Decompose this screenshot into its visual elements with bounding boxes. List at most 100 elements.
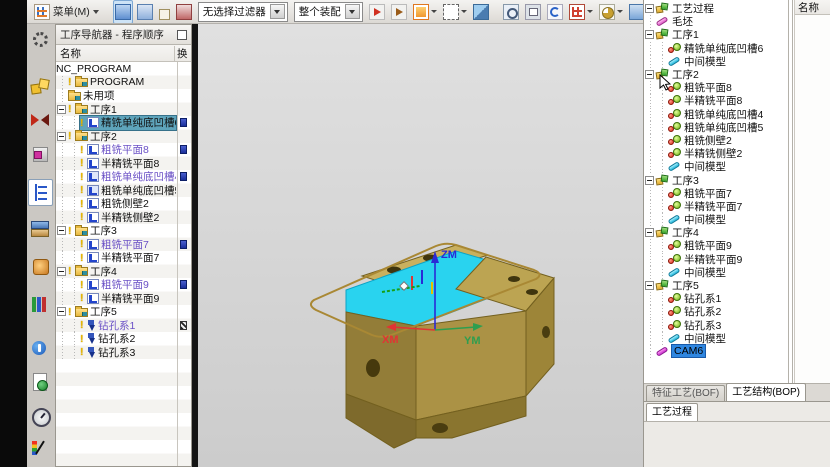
bop-tree-row[interactable]: 中间模型 <box>644 160 787 173</box>
bop-tree-row[interactable]: 半精铣平面8 <box>644 94 787 107</box>
bop-tree-row[interactable]: 粗铣平面7 <box>644 187 787 200</box>
bop-tree-row[interactable]: 中间模型 <box>644 266 787 279</box>
menu-button[interactable]: 菜单(M) <box>29 2 104 22</box>
nav-tree-row[interactable]: 粗铣平面9 <box>56 278 191 292</box>
roles-palette-icon[interactable] <box>30 438 51 459</box>
bop-tree-row[interactable]: 钻孔系2 <box>644 305 787 318</box>
bop-tree-row[interactable]: 工艺过程 <box>644 2 787 15</box>
restore-window-icon[interactable] <box>177 30 187 40</box>
history-icon[interactable] <box>30 372 51 393</box>
settings-gear-icon[interactable] <box>30 29 51 50</box>
name-column-header[interactable]: 名称 <box>56 46 174 61</box>
nav-tree-row[interactable]: 精铣单纯底凹槽6 <box>56 116 191 130</box>
bop-tree-row[interactable]: 工序1 <box>644 28 787 41</box>
snap-point-button[interactable] <box>157 0 172 24</box>
select-highlight-button[interactable] <box>113 0 133 24</box>
collapse-expander-icon[interactable] <box>57 105 66 114</box>
system-clock-icon[interactable] <box>30 406 51 427</box>
nav-tree-row[interactable]: 粗铣单纯底凹槽4 <box>56 170 191 184</box>
collapse-expander-icon[interactable] <box>645 281 654 290</box>
add-favorite-button[interactable] <box>411 0 439 24</box>
bop-tree-row[interactable]: 工序4 <box>644 226 787 239</box>
nav-tree-row[interactable]: 半精铣侧壁2 <box>56 211 191 225</box>
section-view-button[interactable] <box>597 0 625 24</box>
nav-tree-row[interactable]: 钻孔系3 <box>56 346 191 360</box>
internet-explorer-icon[interactable] <box>30 338 51 359</box>
collapse-expander-icon[interactable] <box>645 30 654 39</box>
bop-tree-row[interactable]: 中间模型 <box>644 213 787 226</box>
rect-select-button[interactable] <box>441 0 469 24</box>
nav-tree-row[interactable]: 工序3 <box>56 224 191 238</box>
bop-tree-row[interactable]: 工序3 <box>644 173 787 186</box>
bop-tree-row[interactable]: 粗铣平面9 <box>644 239 787 252</box>
collapse-expander-icon[interactable] <box>645 4 654 13</box>
nav-tree-row[interactable]: 工序4 <box>56 265 191 279</box>
operation-navigator-icon[interactable] <box>28 179 53 206</box>
combo-arrow-icon[interactable] <box>270 4 285 19</box>
collapse-expander-icon[interactable] <box>645 176 654 185</box>
bop-tree-row[interactable]: 毛坯 <box>644 15 787 28</box>
dropdown-arrow-icon[interactable] <box>461 10 467 13</box>
tool-change-column-header[interactable]: 换 <box>174 46 191 61</box>
library-icon[interactable] <box>30 294 51 315</box>
bop-tree-row[interactable]: 半精铣平面7 <box>644 200 787 213</box>
tab-feature-process[interactable]: 特征工艺(BOF) <box>646 385 725 401</box>
nav-tree-row[interactable]: 钻孔系2 <box>56 332 191 346</box>
dropdown-arrow-icon[interactable] <box>617 10 623 13</box>
bop-tree-row[interactable]: 半精铣平面9 <box>644 253 787 266</box>
nav-tree-row[interactable]: 粗铣平面7 <box>56 238 191 252</box>
nav-tree-row[interactable]: NC_PROGRAM <box>56 62 191 76</box>
collapse-expander-icon[interactable] <box>57 307 66 316</box>
graphics-window[interactable]: ZM XM YM <box>198 24 643 467</box>
collapse-expander-icon[interactable] <box>57 132 66 141</box>
bop-tree-row[interactable]: 精铣单纯底凹槽6 <box>644 42 787 55</box>
bop-tree-row[interactable]: 工序5 <box>644 279 787 292</box>
bop-tree-row[interactable]: 工序2 <box>644 68 787 81</box>
bop-tree-row[interactable]: 钻孔系3 <box>644 319 787 332</box>
combo-arrow-icon[interactable] <box>345 4 360 19</box>
constraint-navigator-icon[interactable] <box>30 110 51 131</box>
restore-window-button[interactable] <box>523 0 543 24</box>
nav-tree-row[interactable]: 工序2 <box>56 130 191 144</box>
shaded-display-button[interactable] <box>471 0 491 24</box>
nav-tree-row[interactable]: 半精铣平面8 <box>56 157 191 171</box>
assembly-navigator-icon[interactable] <box>30 76 51 97</box>
rotate-object-button[interactable] <box>389 0 409 24</box>
tab-process-structure[interactable]: 工艺结构(BOP) <box>726 383 806 401</box>
collapse-expander-icon[interactable] <box>57 267 66 276</box>
move-object-button[interactable] <box>367 0 387 24</box>
selection-scope-combo[interactable]: 整个装配 <box>294 2 363 22</box>
collapse-expander-icon[interactable] <box>645 228 654 237</box>
layout-grid-button[interactable] <box>567 0 595 24</box>
nav-tree-row[interactable]: 钻孔系1 <box>56 319 191 333</box>
bop-tree-row[interactable]: 粗铣单纯底凹槽5 <box>644 121 787 134</box>
manufacturing-wizard-icon[interactable] <box>30 256 51 277</box>
nav-tree-row[interactable]: 粗铣侧壁2 <box>56 197 191 211</box>
machining-feature-navigator-icon[interactable] <box>30 218 51 239</box>
nav-tree-row[interactable]: 未用项 <box>56 89 191 103</box>
tab-process[interactable]: 工艺过程 <box>646 403 698 421</box>
column-splitter[interactable] <box>788 0 789 383</box>
nav-tree-row[interactable]: 粗铣平面8 <box>56 143 191 157</box>
part-navigator-icon[interactable] <box>30 144 51 165</box>
nav-tree-row[interactable]: 半精铣平面9 <box>56 292 191 306</box>
bop-tree-row[interactable]: 粗铣侧壁2 <box>644 134 787 147</box>
nav-tree-row[interactable]: 粗铣单纯底凹槽5 <box>56 184 191 198</box>
select-related-button[interactable] <box>135 0 155 24</box>
orbit-button[interactable] <box>545 0 565 24</box>
column-splitter[interactable] <box>792 0 793 383</box>
collapse-expander-icon[interactable] <box>645 70 654 79</box>
bop-tree-row[interactable]: 半精铣侧壁2 <box>644 147 787 160</box>
collapse-expander-icon[interactable] <box>57 226 66 235</box>
nav-tree-row[interactable]: PROGRAM <box>56 76 191 90</box>
nav-tree-row[interactable]: 工序5 <box>56 305 191 319</box>
bop-tree-row[interactable]: 钻孔系1 <box>644 292 787 305</box>
selection-tool-button[interactable] <box>174 0 194 24</box>
dropdown-arrow-icon[interactable] <box>431 10 437 13</box>
bop-tree-row[interactable]: 中间模型 <box>644 55 787 68</box>
name-column-header[interactable]: 名称 <box>795 0 830 15</box>
bop-tree-row[interactable]: 中间模型 <box>644 332 787 345</box>
bop-tree-row[interactable]: 粗铣单纯底凹槽4 <box>644 108 787 121</box>
nav-tree-row[interactable]: 工序1 <box>56 103 191 117</box>
nav-tree-row[interactable]: 半精铣平面7 <box>56 251 191 265</box>
